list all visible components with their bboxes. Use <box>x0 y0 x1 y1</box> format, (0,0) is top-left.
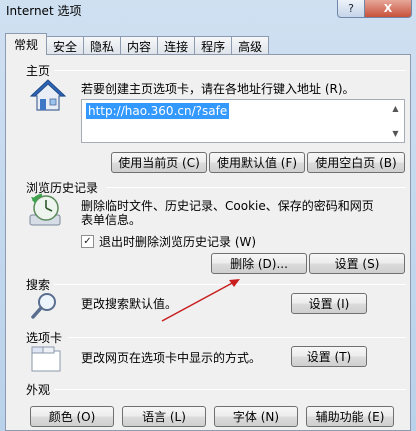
tab-general[interactable]: 常规 <box>5 33 48 55</box>
internet-options-window: Internet 选项 ? X 常规 安全 隐私 内容 连接 程序 高级 主页 … <box>0 0 416 431</box>
annotation-arrow <box>161 279 240 322</box>
